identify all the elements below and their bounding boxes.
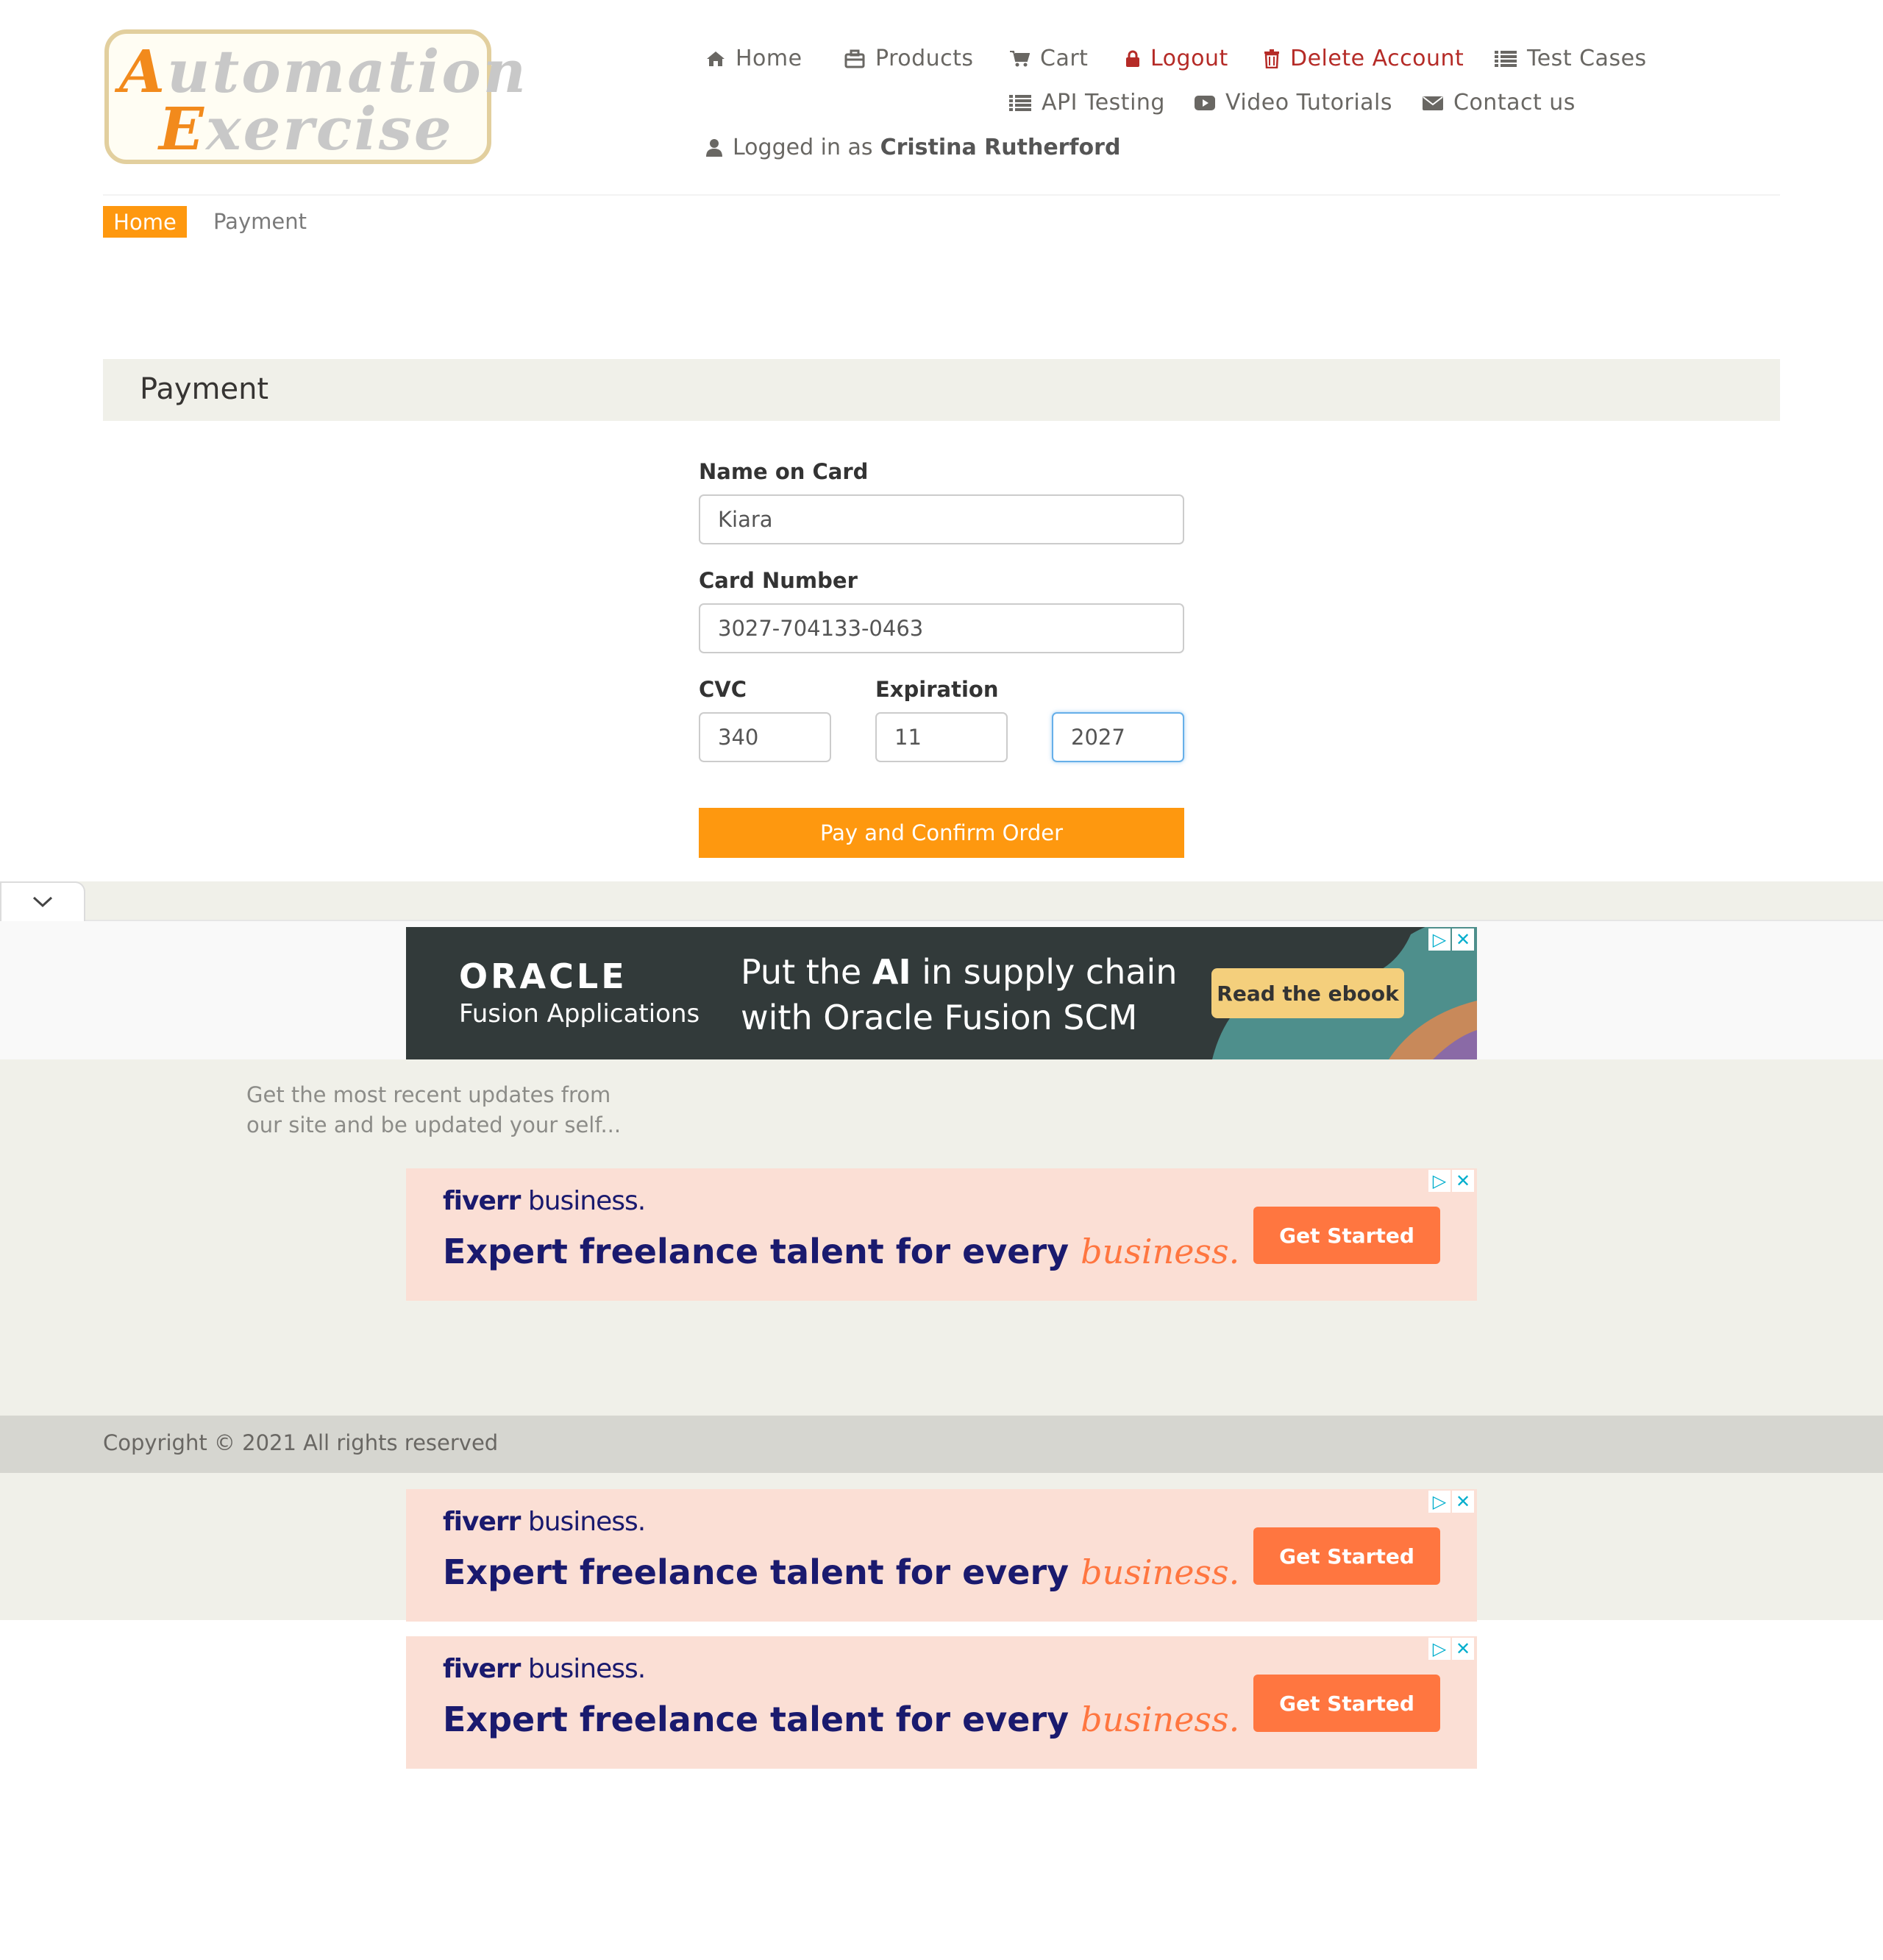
- expiration-label: Expiration: [875, 677, 999, 702]
- fiverr-ad-brand: fiverr business.: [443, 1654, 646, 1684]
- breadcrumb-home[interactable]: Home: [103, 206, 187, 238]
- name-on-card-label: Name on Card: [699, 459, 869, 484]
- fiverr-ad-message: Expert freelance talent for every busine…: [443, 1700, 1240, 1739]
- nav-logout[interactable]: Logout: [1125, 46, 1228, 71]
- nav-video-tutorials[interactable]: Video Tutorials: [1195, 90, 1392, 116]
- home-icon: [707, 51, 725, 66]
- ad-controls: ▷ ✕: [1428, 928, 1474, 951]
- lock-icon: [1126, 50, 1139, 67]
- copyright-bar: Copyright © 2021 All rights reserved: [0, 1416, 1883, 1473]
- adchoices-icon[interactable]: ▷: [1428, 1638, 1450, 1660]
- copyright-text: Copyright © 2021 All rights reserved: [103, 1430, 499, 1455]
- trash-icon: [1264, 49, 1279, 68]
- logged-in-label: Logged in as: [733, 135, 873, 160]
- fiverr-ad-banner[interactable]: fiverr business. Expert freelance talent…: [406, 1168, 1477, 1301]
- briefcase-icon: [844, 49, 865, 68]
- fiverr-ad-message: Expert freelance talent for every busine…: [443, 1552, 1240, 1592]
- fiverr-ad-banner[interactable]: fiverr business. Expert freelance talent…: [406, 1636, 1477, 1769]
- fiverr-ad-brand: fiverr business.: [443, 1186, 646, 1216]
- user-icon: [706, 138, 722, 157]
- card-number-input[interactable]: [699, 603, 1184, 653]
- youtube-play-icon: [1195, 95, 1215, 110]
- nav-contact-us[interactable]: Contact us: [1423, 90, 1576, 116]
- pay-and-confirm-button[interactable]: Pay and Confirm Order: [699, 808, 1184, 858]
- nav-cart[interactable]: Cart: [1009, 46, 1088, 71]
- nav-products[interactable]: Products: [844, 46, 974, 71]
- nav-home[interactable]: Home: [706, 46, 802, 71]
- close-icon[interactable]: ✕: [1452, 1638, 1474, 1660]
- nav-test-cases[interactable]: Test Cases: [1495, 46, 1647, 71]
- expiration-month-input[interactable]: [875, 712, 1008, 762]
- site-logo[interactable]: Automation Exercise: [104, 29, 526, 164]
- ad-controls: ▷ ✕: [1428, 1638, 1474, 1660]
- close-icon[interactable]: ✕: [1452, 1170, 1474, 1192]
- fiverr-ad-banner[interactable]: fiverr business. Expert freelance talent…: [406, 1489, 1477, 1622]
- page-title: Payment: [140, 372, 269, 406]
- subscribe-text: Get the most recent updates from our sit…: [246, 1082, 622, 1137]
- adchoices-icon[interactable]: ▷: [1428, 1491, 1450, 1513]
- oracle-ad-banner[interactable]: ORACLE Fusion Applications Put the AI in…: [406, 927, 1477, 1059]
- list-icon: [1009, 94, 1031, 111]
- fiverr-ad-cta[interactable]: Get Started: [1253, 1207, 1440, 1264]
- close-icon[interactable]: ✕: [1452, 928, 1474, 951]
- oracle-ad-brand: ORACLE: [459, 956, 627, 996]
- name-on-card-input[interactable]: [699, 494, 1184, 544]
- card-number-label: Card Number: [699, 568, 858, 593]
- ad-controls: ▷ ✕: [1428, 1491, 1474, 1513]
- oracle-ad-cta[interactable]: Read the ebook: [1211, 968, 1404, 1018]
- logged-in-username: Cristina Rutherford: [880, 135, 1121, 160]
- collapse-ad-button[interactable]: [0, 881, 85, 921]
- oracle-ad-subbrand: Fusion Applications: [459, 999, 700, 1029]
- cvc-input[interactable]: [699, 712, 831, 762]
- fiverr-ad-cta[interactable]: Get Started: [1253, 1527, 1440, 1585]
- cart-icon: [1010, 50, 1030, 66]
- fiverr-ad-brand: fiverr business.: [443, 1507, 646, 1537]
- fiverr-ad-cta[interactable]: Get Started: [1253, 1675, 1440, 1732]
- expiration-year-input[interactable]: [1052, 712, 1184, 762]
- nav-delete-account[interactable]: Delete Account: [1264, 46, 1464, 71]
- ad-controls: ▷ ✕: [1428, 1170, 1474, 1192]
- nav-api-testing[interactable]: API Testing: [1009, 90, 1165, 116]
- page-heading-bar: Payment: [103, 359, 1780, 421]
- adchoices-icon[interactable]: ▷: [1428, 928, 1450, 951]
- fiverr-ad-message: Expert freelance talent for every busine…: [443, 1232, 1240, 1271]
- logo-line-2: Exercise: [159, 94, 454, 163]
- oracle-ad-message: Put the AI in supply chain with Oracle F…: [741, 952, 1178, 1037]
- list-icon: [1495, 50, 1517, 67]
- adchoices-icon[interactable]: ▷: [1428, 1170, 1450, 1192]
- header-divider: [103, 194, 1780, 196]
- chevron-down-icon: [32, 896, 53, 908]
- breadcrumb-current: Payment: [213, 209, 307, 234]
- logged-in-status: Logged in as Cristina Rutherford: [706, 135, 1120, 160]
- close-icon[interactable]: ✕: [1452, 1491, 1474, 1513]
- envelope-icon: [1423, 96, 1443, 110]
- cvc-label: CVC: [699, 677, 747, 702]
